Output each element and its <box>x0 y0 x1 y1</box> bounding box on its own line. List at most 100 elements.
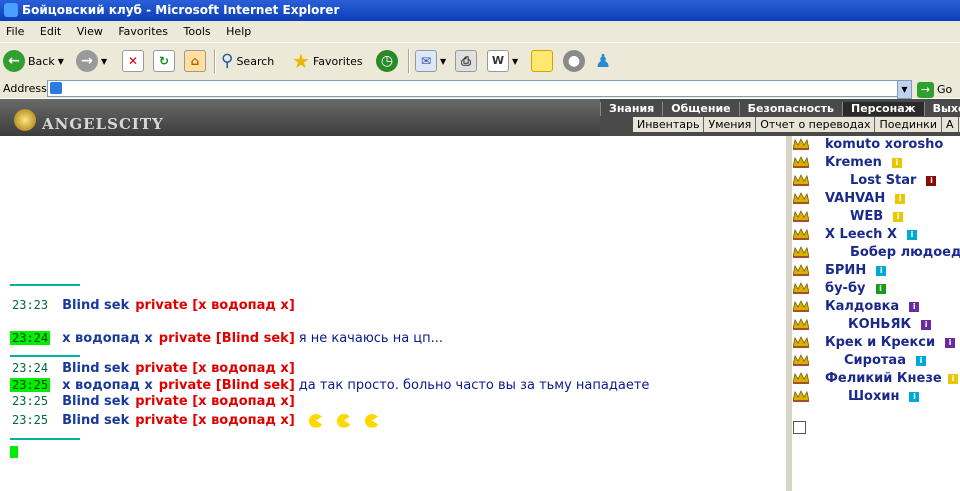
address-dropdown[interactable]: ▼ <box>897 80 912 99</box>
user-info-icon[interactable]: i <box>909 302 920 312</box>
user-info-icon[interactable]: i <box>893 212 904 222</box>
online-user-row[interactable]: komuto xorosho <box>792 136 960 154</box>
online-user-name[interactable]: Калдовка <box>825 298 899 316</box>
crown-icon <box>793 300 809 312</box>
online-user-name[interactable]: WEB <box>850 208 883 226</box>
online-user-row[interactable]: бу-бу i <box>792 280 960 298</box>
online-user-row[interactable]: Бобер людоед <box>792 244 960 262</box>
online-user-name[interactable]: komuto xorosho <box>825 136 943 154</box>
forward-button[interactable]: → ▼ <box>76 49 107 73</box>
user-info-icon[interactable]: i <box>895 194 906 204</box>
subnav-inventory[interactable]: Инвентарь <box>633 117 705 132</box>
online-user-name[interactable]: VAHVAH <box>825 190 885 208</box>
research-button[interactable]: ● <box>563 49 585 73</box>
private-target[interactable]: private [x водопад x] <box>135 413 295 428</box>
stop-button[interactable]: ✕ <box>122 49 144 73</box>
user-info-icon[interactable]: i <box>921 320 932 330</box>
nav-security[interactable]: Безопасность <box>738 102 842 116</box>
filter-checkbox[interactable] <box>793 421 806 434</box>
search-button[interactable]: ⚲ Search <box>221 49 274 73</box>
mail-button[interactable]: ✉ ▼ <box>415 49 446 73</box>
user-info-icon[interactable]: i <box>891 158 902 168</box>
online-user-name[interactable]: Шохин <box>848 388 899 406</box>
user-info-icon[interactable]: i <box>875 284 886 294</box>
online-user-row[interactable]: WEB i <box>792 208 960 226</box>
online-user-name[interactable]: Lost Star <box>850 172 916 190</box>
private-target[interactable]: private [Blind sek] <box>159 378 295 393</box>
online-user-row[interactable]: Сиротаа i <box>792 352 960 370</box>
nav-communication[interactable]: Общение <box>662 102 738 116</box>
online-users-panel: komuto xorosho Kremen i Lost Star i VAHVAH i WE… <box>792 136 960 491</box>
sender-nick[interactable]: Blind sek <box>62 361 129 376</box>
address-bar: Address ▼ → Go <box>0 79 960 99</box>
user-info-icon[interactable]: i <box>909 392 920 402</box>
sender-nick[interactable]: Blind sek <box>62 298 129 313</box>
sender-nick[interactable]: x водопад x <box>62 378 153 393</box>
online-user-row[interactable]: X Leech X i <box>792 226 960 244</box>
subnav-battles[interactable]: Поединки <box>875 117 942 132</box>
messenger-button[interactable]: ♟ <box>595 49 611 73</box>
sender-nick[interactable]: Blind sek <box>62 413 129 428</box>
online-user-row[interactable]: БРИН i <box>792 262 960 280</box>
menu-tools[interactable]: Tools <box>178 25 217 38</box>
address-input[interactable] <box>47 80 911 97</box>
nav-knowledge[interactable]: Знания <box>600 102 662 116</box>
subnav-more[interactable]: А <box>942 117 959 132</box>
sender-nick[interactable]: Blind sek <box>62 394 129 409</box>
user-info-icon[interactable]: i <box>906 230 917 240</box>
crown-icon <box>793 318 809 330</box>
menu-edit[interactable]: Edit <box>34 25 67 38</box>
subnav-transfers[interactable]: Отчет о переводах <box>756 117 876 132</box>
menu-help[interactable]: Help <box>220 25 257 38</box>
online-user-row[interactable]: Kremen i <box>792 154 960 172</box>
private-target[interactable]: private [x водопад x] <box>135 394 295 409</box>
history-button[interactable]: ◷ <box>376 49 398 73</box>
online-user-name[interactable]: X Leech X <box>825 226 897 244</box>
online-user-row[interactable]: Lost Star i <box>792 172 960 190</box>
user-info-icon[interactable]: i <box>945 338 956 348</box>
online-user-name[interactable]: Крек и Крекси <box>825 334 935 352</box>
print-button[interactable]: ⎙ <box>455 49 477 73</box>
favorites-button[interactable]: ★ Favorites <box>292 49 363 73</box>
private-target[interactable]: private [x водопад x] <box>135 298 295 313</box>
messenger-icon: ♟ <box>595 50 612 72</box>
home-button[interactable]: ⌂ <box>184 49 206 73</box>
nav-character[interactable]: Персонаж <box>842 102 924 116</box>
user-info-icon[interactable]: i <box>876 266 887 276</box>
online-user-name[interactable]: бу-бу <box>825 280 866 298</box>
crown-icon <box>793 228 809 240</box>
online-user-name[interactable]: Kremen <box>825 154 882 172</box>
menu-favorites[interactable]: Favorites <box>112 25 174 38</box>
online-user-row[interactable]: Шохин i <box>792 388 960 406</box>
edit-button[interactable]: W ▼ <box>487 49 518 73</box>
sender-nick[interactable]: x водопад x <box>62 331 153 346</box>
private-target[interactable]: private [x водопад x] <box>135 361 295 376</box>
menu-view[interactable]: View <box>71 25 109 38</box>
back-button[interactable]: ← Back ▼ <box>3 49 64 73</box>
ie-icon <box>4 3 18 17</box>
online-user-row[interactable]: VAHVAH i <box>792 190 960 208</box>
online-user-row[interactable]: Калдовка i <box>792 298 960 316</box>
online-user-name[interactable]: Феликий Кнезе <box>825 370 942 388</box>
online-user-name[interactable]: Сиротаа <box>844 352 906 370</box>
notes-button[interactable] <box>531 49 553 73</box>
private-target[interactable]: private [Blind sek] <box>159 331 295 346</box>
menu-file[interactable]: File <box>0 25 30 38</box>
user-info-icon[interactable]: i <box>948 374 958 384</box>
crown-icon <box>793 174 809 186</box>
online-user-row[interactable]: КОНЬЯК i <box>792 316 960 334</box>
chevron-down-icon: ▼ <box>440 56 447 66</box>
online-user-row[interactable]: Крек и Крекси i <box>792 334 960 352</box>
nav-exit[interactable]: Выхо <box>923 102 960 116</box>
stop-icon: ✕ <box>122 50 144 72</box>
online-user-name[interactable]: Бобер людоед <box>850 244 960 262</box>
crown-icon <box>793 246 809 258</box>
user-info-icon[interactable]: i <box>915 356 926 366</box>
online-user-row[interactable]: Феликий Кнезе i <box>792 370 960 388</box>
online-user-name[interactable]: БРИН <box>825 262 866 280</box>
user-info-icon[interactable]: i <box>926 176 937 186</box>
subnav-skills[interactable]: Умения <box>704 117 757 132</box>
go-button[interactable]: → Go <box>917 80 952 99</box>
online-user-name[interactable]: КОНЬЯК <box>848 316 911 334</box>
refresh-button[interactable]: ↻ <box>153 49 175 73</box>
